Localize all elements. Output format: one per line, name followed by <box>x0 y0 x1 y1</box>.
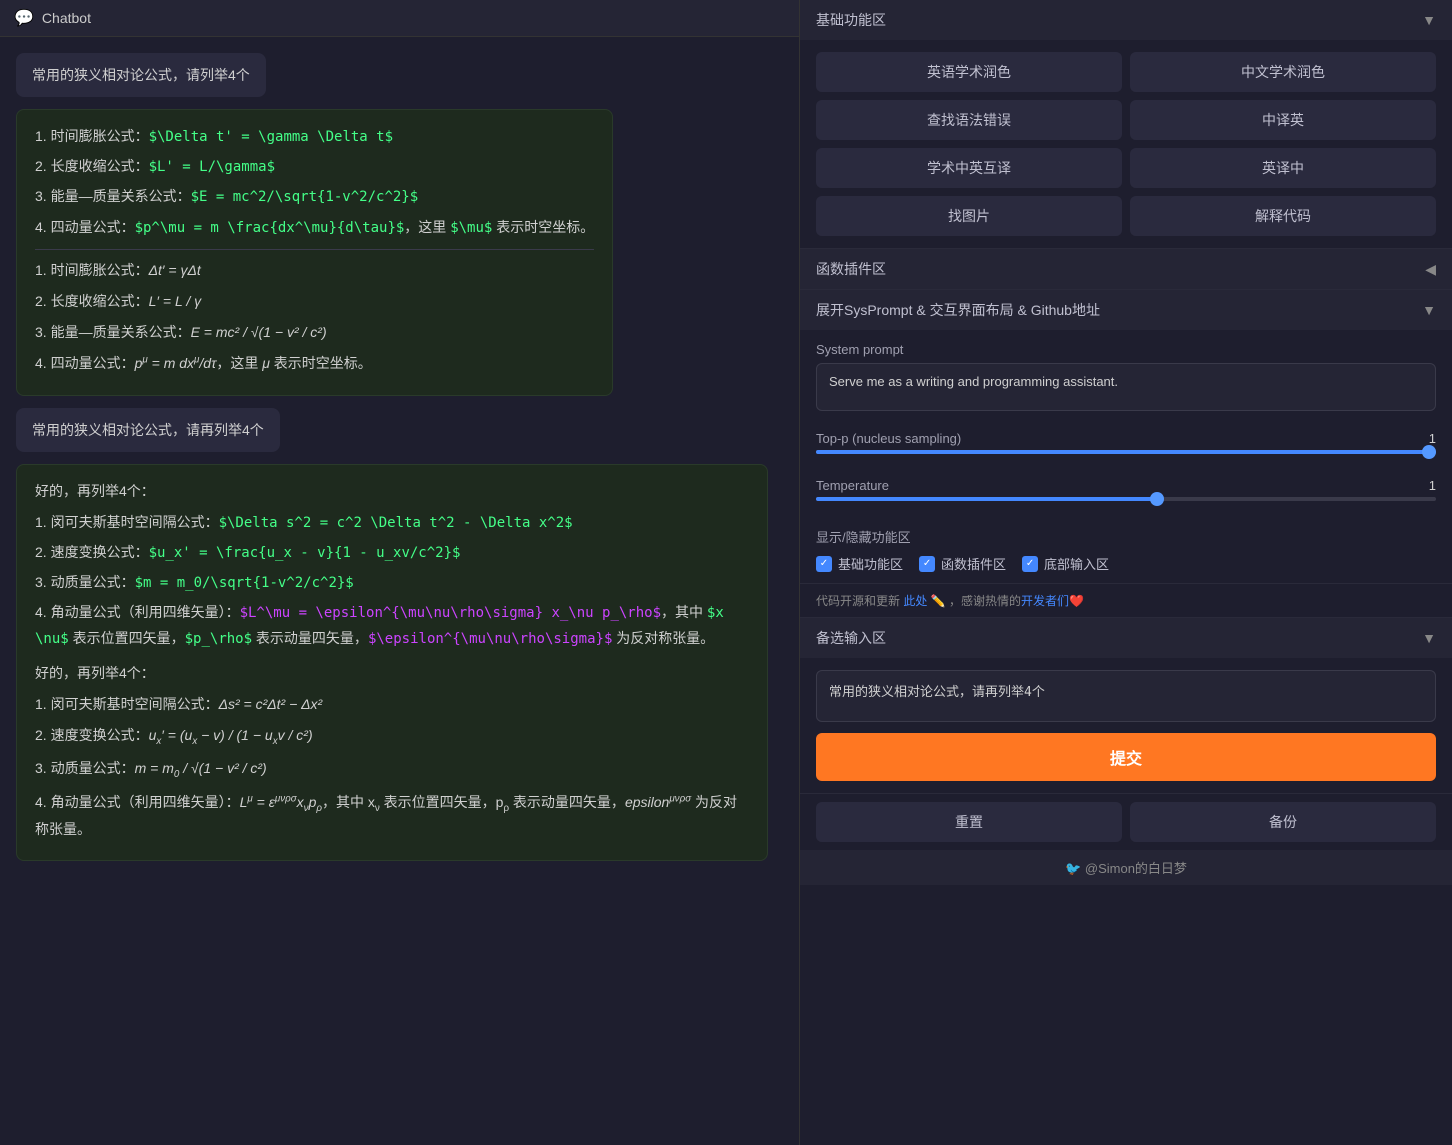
bottom-buttons: 重置 备份 <box>800 794 1452 850</box>
btn-academic-translate[interactable]: 学术中英互译 <box>816 148 1122 188</box>
sysprompt-section: 展开SysPrompt & 交互界面布局 & Github地址 ▼ System… <box>800 290 1452 618</box>
watermark: 🐦 @Simon的白日梦 <box>800 850 1452 885</box>
chat-area: 常用的狭义相对论公式，请列举4个 1. 时间膨胀公式：$\Delta t' = … <box>0 37 799 1145</box>
plugin-arrow: ◀ <box>1425 261 1436 278</box>
assistant-message-2: 好的，再列举4个： 1. 闵可夫斯基时空间隔公式：$\Delta s^2 = c… <box>16 464 768 862</box>
btn-find-image[interactable]: 找图片 <box>816 196 1122 236</box>
sysprompt-arrow: ▼ <box>1422 302 1436 318</box>
btn-grammar-check[interactable]: 查找语法错误 <box>816 100 1122 140</box>
response-list-2-rendered: 1. 闵可夫斯基时空间隔公式：Δs² = c²Δt² − Δx² 2. 速度变换… <box>35 692 749 843</box>
top-p-thumb[interactable] <box>1422 445 1436 459</box>
checkbox-basic-label: 基础功能区 <box>838 554 903 573</box>
temperature-value: 1 <box>1429 478 1436 493</box>
sysprompt-header[interactable]: 展开SysPrompt & 交互界面布局 & Github地址 ▼ <box>800 290 1452 330</box>
checkbox-plugin-label: 函数插件区 <box>941 554 1006 573</box>
btn-zh-en[interactable]: 中译英 <box>1130 100 1436 140</box>
sysprompt-label: System prompt <box>816 342 1436 357</box>
checkbox-basic: ✓ 基础功能区 <box>816 554 903 573</box>
top-p-track[interactable] <box>816 450 1436 454</box>
response-list-1: 1. 时间膨胀公式：$\Delta t' = \gamma \Delta t$ … <box>35 124 594 241</box>
sysprompt-section-title: 展开SysPrompt & 交互界面布局 & Github地址 <box>816 300 1100 320</box>
chatbot-icon: 💬 <box>14 8 34 28</box>
checkbox-row: ✓ 基础功能区 ✓ 函数插件区 ✓ 底部输入区 <box>816 554 1436 573</box>
checkbox-plugin-box[interactable]: ✓ <box>919 556 935 572</box>
top-p-fill <box>816 450 1436 454</box>
backup-arrow: ▼ <box>1422 630 1436 646</box>
visibility-section: 显示/隐藏功能区 ✓ 基础功能区 ✓ 函数插件区 ✓ 底部输入区 <box>800 517 1452 583</box>
source-text: 代码开源和更新 <box>816 594 900 608</box>
backup-section: 备选输入区 ▼ 常用的狭义相对论公式，请再列举4个 提交 <box>800 618 1452 794</box>
source-link[interactable]: 此处 <box>903 594 927 608</box>
top-p-label: Top-p (nucleus sampling) <box>816 431 961 446</box>
temperature-track[interactable] <box>816 497 1436 501</box>
app-title: Chatbot <box>42 10 91 26</box>
checkbox-bottom-box[interactable]: ✓ <box>1022 556 1038 572</box>
checkbox-basic-box[interactable]: ✓ <box>816 556 832 572</box>
right-panel: 基础功能区 ▼ 英语学术润色 中文学术润色 查找语法错误 中译英 学术中英互译 … <box>800 0 1452 1145</box>
basic-functions-header[interactable]: 基础功能区 ▼ <box>800 0 1452 40</box>
plugin-title: 函数插件区 <box>816 259 886 279</box>
response-list-2-raw: 1. 闵可夫斯基时空间隔公式：$\Delta s^2 = c^2 \Delta … <box>35 510 749 653</box>
basic-functions-grid: 英语学术润色 中文学术润色 查找语法错误 中译英 学术中英互译 英译中 找图片 … <box>800 40 1452 248</box>
top-p-group: Top-p (nucleus sampling) 1 <box>800 423 1452 470</box>
backup-title: 备选输入区 <box>816 628 886 648</box>
backup-content: 常用的狭义相对论公式，请再列举4个 提交 <box>800 658 1452 793</box>
top-p-value: 1 <box>1429 431 1436 446</box>
backup-button[interactable]: 备份 <box>1130 802 1436 842</box>
user-message-2: 常用的狭义相对论公式，请再列举4个 <box>16 408 280 452</box>
backup-textarea[interactable]: 常用的狭义相对论公式，请再列举4个 <box>816 670 1436 722</box>
title-bar: 💬 Chatbot <box>0 0 799 37</box>
left-panel: 💬 Chatbot 常用的狭义相对论公式，请列举4个 1. 时间膨胀公式：$\D… <box>0 0 800 1145</box>
submit-button[interactable]: 提交 <box>816 733 1436 781</box>
checkbox-plugin: ✓ 函数插件区 <box>919 554 1006 573</box>
visibility-title: 显示/隐藏功能区 <box>816 527 1436 546</box>
basic-functions-title: 基础功能区 <box>816 10 886 30</box>
assistant-message-1: 1. 时间膨胀公式：$\Delta t' = \gamma \Delta t$ … <box>16 109 613 396</box>
user-message-1: 常用的狭义相对论公式，请列举4个 <box>16 53 266 97</box>
reset-button[interactable]: 重置 <box>816 802 1122 842</box>
sysprompt-value[interactable]: Serve me as a writing and programming as… <box>816 363 1436 411</box>
heart-icon: ❤️ <box>1069 594 1084 608</box>
basic-functions-arrow: ▼ <box>1422 12 1436 28</box>
basic-functions-section: 基础功能区 ▼ 英语学术润色 中文学术润色 查找语法错误 中译英 学术中英互译 … <box>800 0 1452 249</box>
source-line: 代码开源和更新 此处 ✏️ ，感谢热情的开发者们❤️ <box>800 583 1452 617</box>
btn-english-polish[interactable]: 英语学术润色 <box>816 52 1122 92</box>
checkbox-bottom-label: 底部输入区 <box>1044 554 1109 573</box>
response-intro: 好的，再列举4个： <box>35 479 749 504</box>
sysprompt-content: System prompt Serve me as a writing and … <box>800 330 1452 423</box>
backup-header[interactable]: 备选输入区 ▼ <box>800 618 1452 658</box>
btn-chinese-polish[interactable]: 中文学术润色 <box>1130 52 1436 92</box>
rendered-list-1: 1. 时间膨胀公式：Δt′ = γΔt 2. 长度收缩公式：L′ = L / γ… <box>35 258 594 377</box>
btn-explain-code[interactable]: 解释代码 <box>1130 196 1436 236</box>
watermark-text: 🐦 @Simon的白日梦 <box>1065 861 1187 876</box>
temperature-group: Temperature 1 <box>800 470 1452 517</box>
temperature-label: Temperature <box>816 478 889 493</box>
temperature-fill <box>816 497 1157 501</box>
plugin-header[interactable]: 函数插件区 ◀ <box>800 249 1452 289</box>
thanks-link[interactable]: 开发者们 <box>1021 594 1069 608</box>
plugin-section: 函数插件区 ◀ <box>800 249 1452 290</box>
checkbox-bottom: ✓ 底部输入区 <box>1022 554 1109 573</box>
btn-en-zh[interactable]: 英译中 <box>1130 148 1436 188</box>
temperature-thumb[interactable] <box>1150 492 1164 506</box>
